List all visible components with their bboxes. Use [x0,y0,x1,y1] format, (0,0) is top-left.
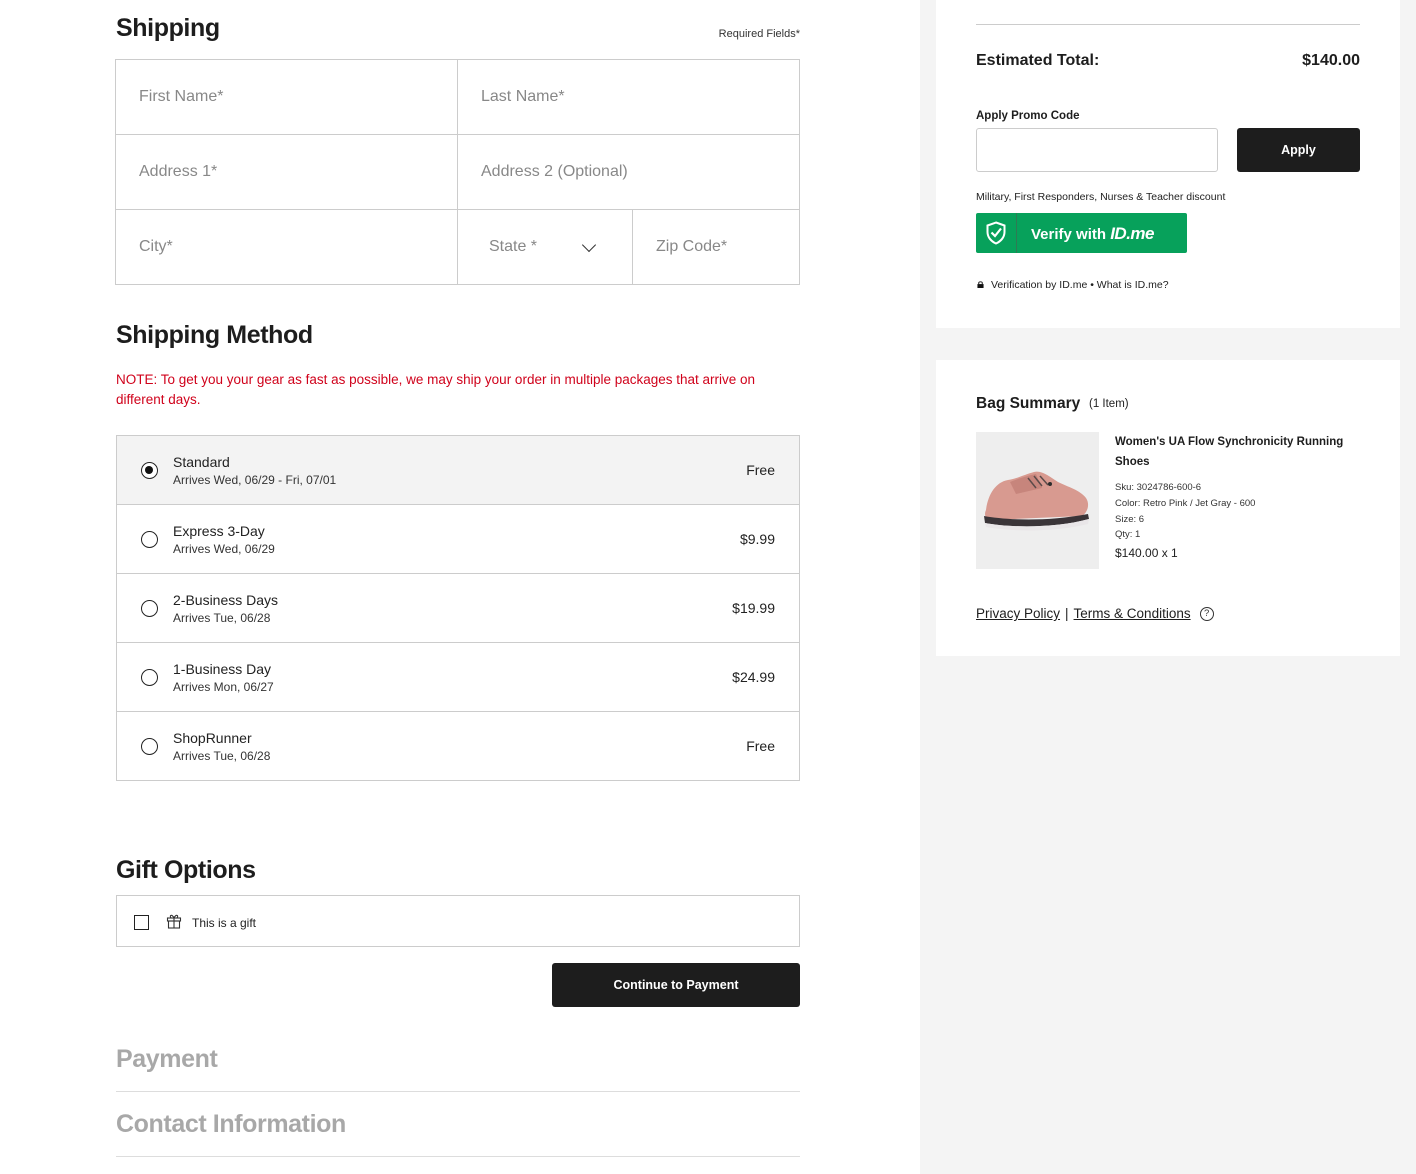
apply-promo-button[interactable]: Apply [1237,128,1360,172]
radio-unselected[interactable] [141,600,158,617]
option-name: Standard [173,454,230,470]
gift-checkbox[interactable] [134,915,149,930]
product-size: Size: 6 [1115,514,1145,525]
gift-options-title: Gift Options [116,856,256,884]
city-field[interactable]: City* [116,210,458,284]
product-name[interactable]: Women's UA Flow Synchronicity Running Sh… [1115,432,1345,472]
radio-unselected[interactable] [141,531,158,548]
shipping-title: Shipping [116,14,220,42]
option-price: $9.99 [739,531,775,547]
state-select[interactable]: State * [458,210,633,284]
option-arrival: Arrives Mon, 06/27 [173,680,274,694]
address2-placeholder: Address 2 (Optional) [481,163,628,180]
product-image[interactable] [976,432,1099,569]
product-qty: Qty: 1 [1115,529,1141,540]
estimated-total-label: Estimated Total: [976,52,1100,69]
zip-placeholder: Zip Code* [656,238,728,255]
promo-code-input[interactable] [976,128,1218,172]
radio-selected[interactable] [141,462,158,479]
gift-icon [166,914,182,929]
option-arrival: Arrives Tue, 06/28 [173,611,271,625]
link-separator: | [1065,606,1069,621]
first-name-field[interactable]: First Name* [116,60,458,135]
idme-brand: ID.me [1110,224,1154,243]
address2-field[interactable]: Address 2 (Optional) [458,135,799,210]
address-form: First Name* Last Name* Address 1* Addres… [115,59,800,285]
footer-links: Privacy Policy | Terms & Conditions ? [976,606,1214,621]
shipping-option-2-business-days[interactable]: 2-Business Days Arrives Tue, 06/28 $19.9… [117,574,799,643]
divider [976,24,1360,25]
privacy-policy-link[interactable]: Privacy Policy [976,606,1060,621]
contact-information-section-header[interactable]: Contact Information [116,1110,800,1157]
first-name-placeholder: First Name* [139,88,224,105]
last-name-placeholder: Last Name* [481,88,565,105]
address1-placeholder: Address 1* [139,163,218,180]
continue-to-payment-button[interactable]: Continue to Payment [552,963,800,1007]
chevron-down-icon [581,237,597,253]
option-arrival: Arrives Wed, 06/29 - Fri, 07/01 [173,473,337,487]
checkout-main: Shipping Required Fields* First Name* La… [0,0,920,1174]
option-price: Free [746,738,775,754]
shipping-option-express-3-day[interactable]: Express 3-Day Arrives Wed, 06/29 $9.99 [117,505,799,574]
option-price: $24.99 [732,669,775,685]
bag-summary-title: Bag Summary [976,395,1081,412]
option-name: 2-Business Days [173,592,279,608]
product-price: $140.00 x 1 [1115,546,1178,560]
product-color: Color: Retro Pink / Jet Gray - 600 [1115,498,1256,509]
city-placeholder: City* [139,238,173,255]
last-name-field[interactable]: Last Name* [458,60,799,135]
shipping-option-shoprunner[interactable]: ShopRunner Arrives Tue, 06/28 Free [117,712,799,780]
bag-item-count: (1 Item) [1089,398,1129,410]
shipping-option-standard[interactable]: Standard Arrives Wed, 06/29 - Fri, 07/01… [117,436,799,505]
running-shoe-image [984,471,1089,531]
shipping-option-1-business-day[interactable]: 1-Business Day Arrives Mon, 06/27 $24.99 [117,643,799,712]
gift-label: This is a gift [192,916,257,930]
payment-section-header[interactable]: Payment [116,1045,800,1092]
state-placeholder: State * [489,238,538,255]
shipping-note: NOTE: To get you your gear as fast as po… [116,372,756,407]
option-name: Express 3-Day [173,523,265,539]
radio-unselected[interactable] [141,669,158,686]
help-icon[interactable]: ? [1199,606,1214,621]
option-name: 1-Business Day [173,661,272,677]
option-arrival: Arrives Tue, 06/28 [173,749,271,763]
option-price: $19.99 [732,600,775,616]
address1-field[interactable]: Address 1* [116,135,458,210]
military-discount-text: Military, First Responders, Nurses & Tea… [976,191,1226,203]
promo-code-label: Apply Promo Code [976,110,1080,122]
product-sku: Sku: 3024786-600-6 [1115,482,1202,493]
option-name: ShopRunner [173,730,252,746]
idme-verification-text: Verification by ID.me • What is ID.me? [991,279,1169,291]
verify-with-idme-button[interactable]: Verify with ID.me [976,213,1187,253]
shipping-options: Standard Arrives Wed, 06/29 - Fri, 07/01… [116,435,800,781]
lock-icon [977,281,984,288]
shipping-method-title: Shipping Method [116,321,313,349]
idme-prefix: Verify with [1031,226,1107,243]
bag-summary-panel: Bag Summary (1 Item) Women's UA Flow Syn… [936,360,1400,656]
zip-field[interactable]: Zip Code* [633,210,799,284]
radio-unselected[interactable] [141,738,158,755]
required-fields-note: Required Fields* [718,28,800,40]
terms-conditions-link[interactable]: Terms & Conditions [1074,606,1191,621]
gift-option-row: This is a gift [116,895,800,947]
idme-label: Verify with ID.me [1031,224,1154,244]
shield-check-icon [976,213,1017,253]
estimated-total-value: $140.00 [1302,52,1360,69]
option-arrival: Arrives Wed, 06/29 [173,542,275,556]
estimated-total-panel: Estimated Total: $140.00 Apply Promo Cod… [936,0,1400,328]
option-price: Free [746,462,775,478]
